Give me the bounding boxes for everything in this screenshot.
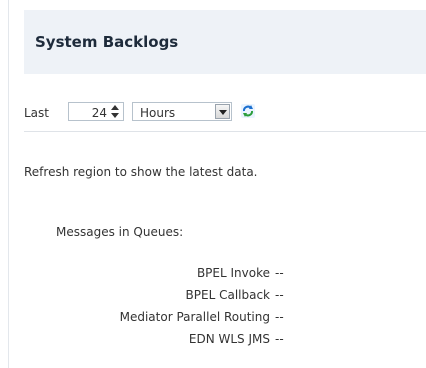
queue-name: EDN WLS JMS [188, 332, 270, 346]
queue-value: -- [275, 266, 284, 280]
queue-name: Mediator Parallel Routing [119, 310, 270, 324]
left-border [8, 0, 9, 368]
refresh-icon[interactable] [240, 103, 256, 119]
queue-value: -- [275, 332, 284, 346]
queue-name: BPEL Invoke [196, 266, 270, 280]
time-window-toolbar: Last 24 Hours [24, 102, 426, 124]
panel-title: System Backlogs [35, 33, 179, 51]
queue-stat-row: Mediator Parallel Routing -- [24, 310, 324, 332]
queue-name: BPEL Callback [185, 288, 270, 302]
messages-in-queues-label: Messages in Queues: [56, 225, 184, 239]
refresh-note: Refresh region to show the latest data. [24, 165, 258, 179]
chevron-down-icon[interactable] [215, 104, 230, 119]
spinner-down-icon[interactable] [111, 113, 119, 118]
queue-stats-list: BPEL Invoke -- BPEL Callback -- Mediator… [24, 266, 324, 354]
panel-header: System Backlogs [24, 10, 426, 74]
time-window-value[interactable]: 24 [92, 106, 107, 120]
queue-value: -- [275, 288, 284, 302]
queue-stat-row: BPEL Invoke -- [24, 266, 324, 288]
queue-value: -- [275, 310, 284, 324]
spinner-buttons[interactable] [110, 104, 121, 119]
spinner-up-icon[interactable] [111, 105, 119, 110]
queue-stat-row: BPEL Callback -- [24, 288, 324, 310]
last-label: Last [24, 106, 49, 120]
time-unit-select[interactable]: Hours [132, 102, 232, 121]
time-window-spinner[interactable]: 24 [68, 102, 124, 121]
queue-stat-row: EDN WLS JMS -- [24, 332, 324, 354]
toolbar-divider [24, 131, 426, 132]
time-unit-value[interactable]: Hours [140, 106, 175, 120]
